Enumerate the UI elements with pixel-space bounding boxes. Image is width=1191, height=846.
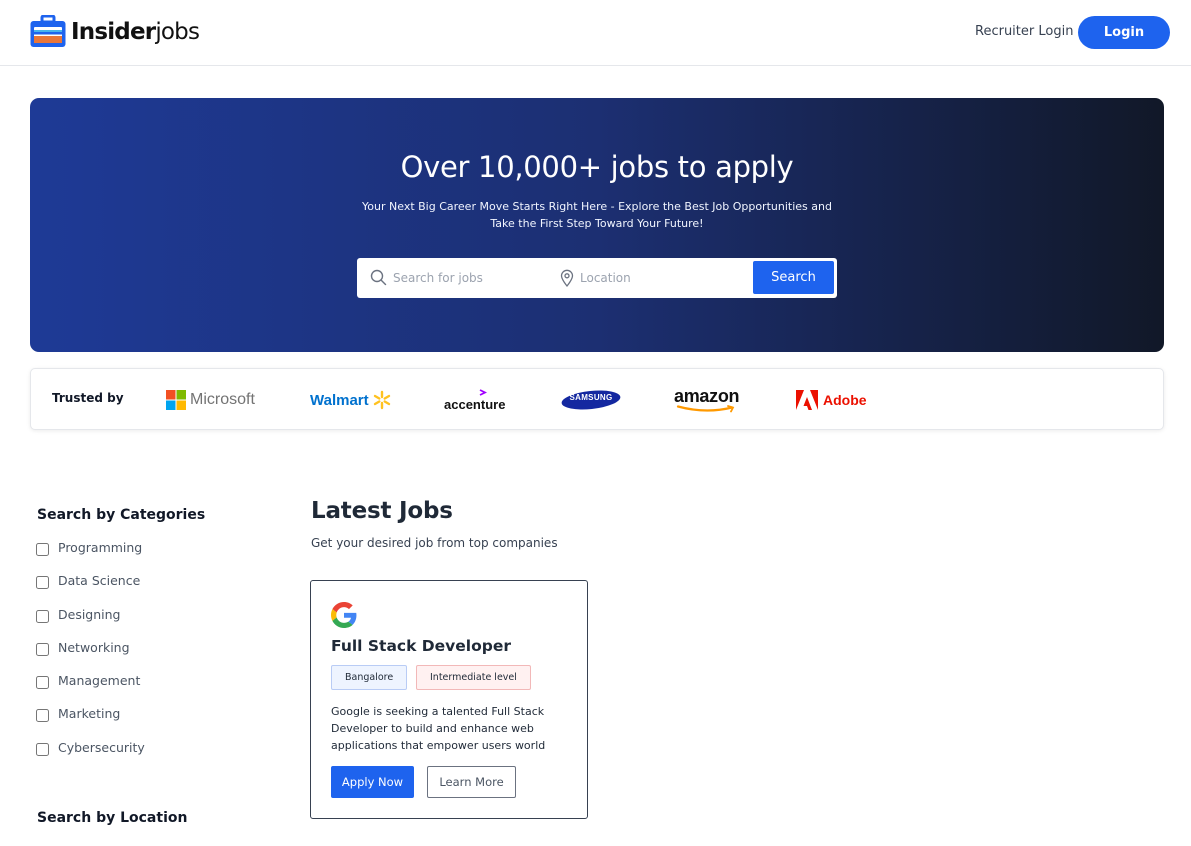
- categories-heading: Search by Categories: [37, 507, 206, 523]
- category-label: Management: [58, 673, 141, 689]
- category-checkbox-programming[interactable]: [36, 543, 49, 556]
- top-navbar: Insiderjobs Recruiter Login Login: [0, 0, 1191, 66]
- category-checkbox-networking[interactable]: [36, 642, 49, 656]
- adobe-a-icon: [796, 390, 818, 410]
- apply-now-button[interactable]: Apply Now: [331, 766, 414, 798]
- hero-subtitle: Your Next Big Career Move Starts Right H…: [30, 198, 1164, 232]
- hero-subtitle-line1: Your Next Big Career Move Starts Right H…: [362, 200, 832, 213]
- category-filter-list: Programming Data Science Designing Netwo…: [36, 540, 145, 773]
- amazon-logo: amazon: [674, 387, 740, 413]
- job-title: Full Stack Developer: [331, 637, 512, 655]
- location-pin-icon: [560, 269, 574, 291]
- job-search-bar: Search: [357, 258, 837, 298]
- walmart-logo: Walmart: [310, 387, 392, 413]
- adobe-wordmark: Adobe: [823, 392, 867, 408]
- recruiter-login-link[interactable]: Recruiter Login: [975, 24, 1073, 39]
- category-item[interactable]: Programming: [36, 540, 145, 573]
- trusted-by-label: Trusted by: [52, 391, 124, 405]
- location-input[interactable]: [580, 264, 750, 292]
- category-label: Cybersecurity: [58, 739, 145, 755]
- trusted-by-strip: Trusted by Microsoft Walmart accenture S…: [30, 368, 1164, 430]
- category-item[interactable]: Data Science: [36, 573, 145, 606]
- hero-banner: Over 10,000+ jobs to apply Your Next Big…: [30, 98, 1164, 352]
- category-label: Data Science: [58, 573, 141, 589]
- adobe-logo: Adobe: [796, 387, 867, 413]
- category-label: Marketing: [58, 706, 121, 722]
- category-checkbox-management[interactable]: [36, 676, 49, 690]
- category-checkbox-cybersecurity[interactable]: [36, 742, 49, 756]
- latest-jobs-subtitle: Get your desired job from top companies: [311, 536, 558, 550]
- location-heading: Search by Location: [37, 810, 188, 826]
- job-level-tag: Intermediate level: [416, 665, 531, 690]
- walmart-spark-icon: [373, 390, 390, 410]
- job-location-tag: Bangalore: [331, 665, 408, 690]
- hero-subtitle-line2: Take the First Step Toward Your Future!: [490, 217, 704, 230]
- category-item[interactable]: Management: [36, 673, 145, 706]
- walmart-wordmark: Walmart: [310, 391, 369, 409]
- accenture-logo: accenture: [444, 387, 505, 413]
- search-button[interactable]: Search: [753, 261, 834, 294]
- accenture-wordmark: accenture: [444, 396, 506, 412]
- latest-jobs-title: Latest Jobs: [311, 498, 453, 524]
- login-button[interactable]: Login: [1078, 16, 1170, 49]
- search-icon: [370, 269, 387, 290]
- category-item[interactable]: Networking: [36, 640, 145, 673]
- microsoft-squares-icon: [166, 390, 186, 410]
- job-card: Full Stack Developer Bangalore Intermedi…: [310, 580, 588, 819]
- accenture-chevron-icon: [479, 389, 488, 396]
- microsoft-wordmark: Microsoft: [190, 391, 255, 408]
- category-item[interactable]: Marketing: [36, 706, 145, 739]
- category-label: Networking: [58, 639, 130, 655]
- learn-more-button[interactable]: Learn More: [427, 766, 516, 798]
- category-checkbox-data-science[interactable]: [36, 576, 49, 590]
- google-logo-icon: [331, 602, 357, 632]
- category-item[interactable]: Designing: [36, 607, 145, 640]
- job-search-input[interactable]: [393, 264, 543, 292]
- job-description: Google is seeking a talented Full Stack …: [331, 705, 546, 752]
- microsoft-logo: Microsoft: [166, 387, 255, 413]
- category-label: Designing: [58, 606, 121, 622]
- amazon-smile-icon: [676, 405, 735, 413]
- samsung-logo: SAMSUNG: [561, 387, 621, 413]
- briefcase-icon: [29, 15, 67, 49]
- category-label: Programming: [58, 540, 143, 555]
- category-checkbox-marketing[interactable]: [36, 709, 49, 723]
- site-logo[interactable]: Insiderjobs: [29, 15, 200, 49]
- hero-title: Over 10,000+ jobs to apply: [400, 150, 794, 184]
- samsung-wordmark: SAMSUNG: [569, 393, 613, 402]
- logo-wordmark: Insiderjobs: [71, 18, 200, 45]
- category-checkbox-designing[interactable]: [36, 609, 49, 623]
- amazon-wordmark: amazon: [674, 386, 740, 406]
- category-item[interactable]: Cybersecurity: [36, 740, 145, 773]
